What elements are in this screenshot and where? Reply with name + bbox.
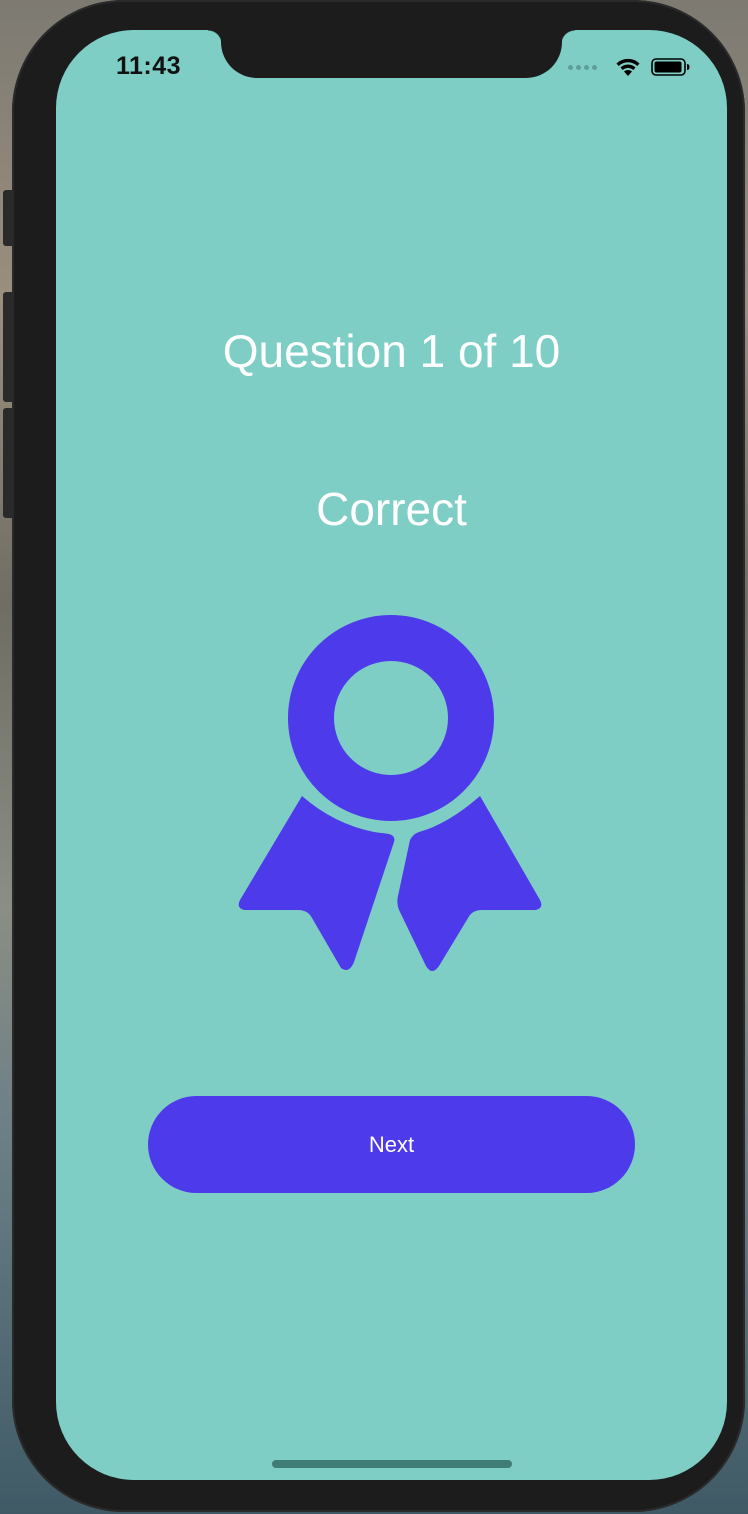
app-screen: 11:43 Question 1 of 10 Correct Next: [56, 30, 727, 1480]
notch: [208, 30, 575, 78]
status-time: 11:43: [116, 52, 182, 80]
status-icons: [568, 54, 691, 80]
wifi-icon: [616, 58, 640, 76]
home-indicator[interactable]: [272, 1460, 512, 1468]
question-progress-label: Question 1 of 10: [222, 325, 561, 377]
phone-frame: 11:43 Question 1 of 10 Correct Next: [12, 0, 745, 1512]
result-label: Correct: [316, 483, 467, 535]
award-ribbon-icon: [238, 615, 542, 971]
cellular-signal-icon: [568, 64, 597, 70]
battery-icon: [651, 58, 690, 76]
next-button[interactable]: Next: [148, 1096, 635, 1193]
